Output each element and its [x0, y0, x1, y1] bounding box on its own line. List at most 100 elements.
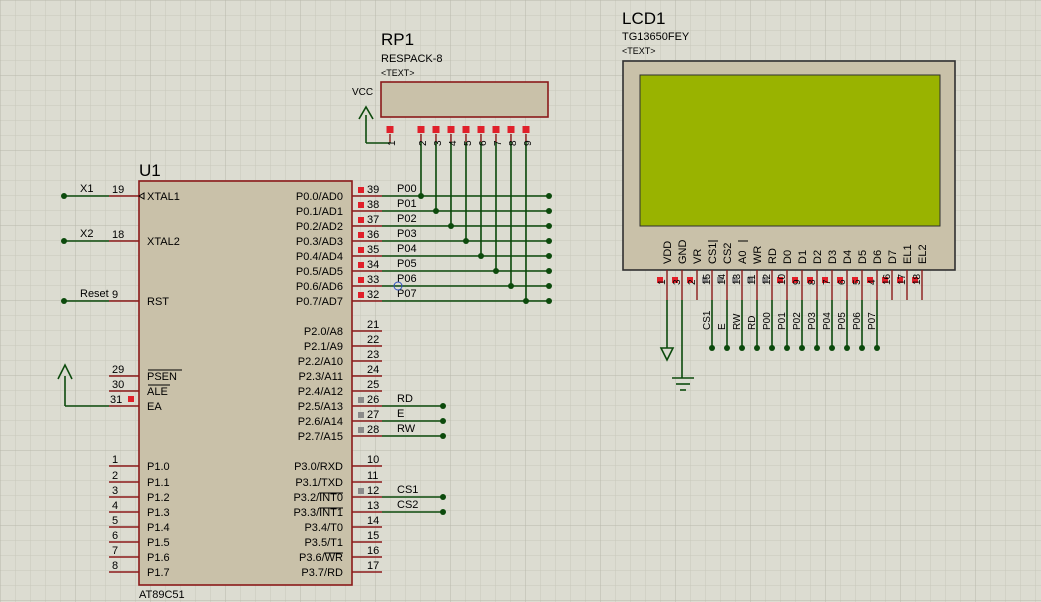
u1-pin-name: P3.0/RXD [294, 461, 343, 473]
u1-pin-number: 22 [367, 334, 379, 346]
rp1-pin-number: 6 [478, 140, 489, 146]
u1-pin-number: 7 [112, 545, 118, 557]
lcd1-pin-name: D0 [782, 250, 794, 264]
rp1-part-name: RESPACK-8 [381, 53, 443, 65]
u1-pin-number: 4 [112, 500, 118, 512]
lcd1-pin-name: D3 [827, 250, 839, 264]
u1-pin-number: 14 [367, 515, 379, 527]
lcd1-net-label: RD [747, 316, 758, 330]
u1-net-label: RD [397, 393, 413, 405]
lcd1-pin-number: 12 [762, 273, 773, 285]
u1-pin-number: 15 [367, 530, 379, 542]
lcd1-pin-name: VR [692, 249, 704, 264]
u1-pin-name: P3.1/TXD [295, 477, 343, 489]
u1-pin-number: 38 [367, 199, 379, 211]
lcd1-pin-name: EL2 [917, 244, 929, 264]
lcd1-pin-name: D2 [812, 250, 824, 264]
u1-pin-number: 6 [112, 530, 118, 542]
lcd1-pin-number: 14 [717, 273, 728, 285]
junction-dot [440, 494, 446, 500]
rp1-pin-marker [462, 126, 470, 133]
u1-pin-name: P0.6/AD6 [296, 281, 343, 293]
junction-dot [754, 345, 760, 351]
lcd1-screen [639, 74, 941, 227]
lcd1-net-label: P07 [867, 312, 878, 330]
u1-pin-name: P1.0 [147, 461, 170, 473]
lcd1-pin-name: CS1 [707, 243, 719, 264]
u1-pin-name: P1.2 [147, 492, 170, 504]
u1-pin-number: 11 [367, 470, 378, 482]
u1-pin-name: P0.2/AD2 [296, 221, 343, 233]
lcd1-net-label: P01 [777, 312, 788, 330]
u1-pin-marker [358, 187, 364, 193]
u1-pin-name: P3.3/INT1 [293, 507, 343, 519]
u1-pin-name: RST [147, 296, 169, 308]
junction-dot [546, 238, 552, 244]
lcd1-net-label: P03 [807, 312, 818, 330]
rp1-pin-number: 5 [463, 140, 474, 146]
rp1-pin-number: 1 [387, 140, 398, 146]
u1-pin-name: P3.7/RD [301, 567, 343, 579]
schematic-canvas[interactable]: CS1 E RW RD P00 P01 P02 P03 P04 P05 P06 P07 P00 P01 P0… [0, 0, 1041, 602]
lcd1-pin-number: 3 [672, 279, 683, 285]
junction-dot [61, 193, 67, 199]
u1-pin-name: P0.4/AD4 [296, 251, 343, 263]
junction-dot [724, 345, 730, 351]
lcd1-net-label: E [717, 323, 728, 330]
rp1-pin-number: 8 [508, 140, 519, 146]
rp1-pin-number: 7 [493, 140, 504, 146]
junction-dot [61, 298, 67, 304]
u1-pin-number: 2 [112, 470, 118, 482]
lcd1-pin-name: D5 [857, 250, 869, 264]
junction-dot [433, 208, 439, 214]
u1-pin-number: 9 [112, 289, 118, 301]
rp1-pin-marker [386, 126, 394, 133]
lcd1-pin-number: 7 [822, 279, 833, 285]
rp1-pin-marker [417, 126, 425, 133]
lcd1-pin-number: 10 [777, 273, 788, 285]
lcd1-pin-name: GND [677, 240, 689, 265]
lcd1-pin-number: 16 [882, 273, 893, 285]
lcd1-pin-name: VDD [662, 241, 674, 264]
u1-pin-number: 28 [367, 424, 379, 436]
u1-pin-number: 27 [367, 409, 379, 421]
u1-pin-name: P2.0/A8 [304, 326, 343, 338]
u1-pin-name: P1.3 [147, 507, 170, 519]
lcd1-pin-number: 15 [702, 273, 713, 285]
junction-dot [546, 283, 552, 289]
lcd1-net-label: P05 [837, 312, 848, 330]
u1-pin-name: P0.0/AD0 [296, 191, 343, 203]
junction-dot [739, 345, 745, 351]
junction-dot [546, 253, 552, 259]
junction-dot [546, 268, 552, 274]
junction-dot [463, 238, 469, 244]
u1-pin-number: 37 [367, 214, 379, 226]
lcd1-pin-number: 5 [852, 279, 863, 285]
u1-pin-name: P1.7 [147, 567, 170, 579]
junction-dot [546, 208, 552, 214]
u1-pin-number: 5 [112, 515, 118, 527]
u1-pin-number: 25 [367, 379, 379, 391]
u1-net-label: E [397, 408, 404, 420]
lcd1-pin-number: 17 [897, 273, 908, 285]
lcd1-pin-number: 6 [837, 279, 848, 285]
u1-pin-marker [358, 247, 364, 253]
u1-pin-name: P1.5 [147, 537, 170, 549]
rp1-pin-marker [432, 126, 440, 133]
u1-part-name: AT89C51 [139, 589, 185, 601]
u1-pin-number: 3 [112, 485, 118, 497]
u1-pin-number: 8 [112, 560, 118, 572]
rp1-pin-number: 9 [523, 140, 534, 146]
u1-reference: U1 [139, 161, 161, 180]
rp1-pin-number: 3 [433, 140, 444, 146]
junction-dot [829, 345, 835, 351]
u1-net-label: RW [397, 423, 416, 435]
u1-pin-number: 13 [367, 500, 379, 512]
lcd1-pin-name: RD [767, 248, 779, 264]
u1-net-label: P05 [397, 258, 417, 270]
lcd1-pin-name: D4 [842, 250, 854, 264]
u1-pin-number: 19 [112, 184, 124, 196]
junction-dot [874, 345, 880, 351]
u1-pin-number: 26 [367, 394, 379, 406]
u1-pin-name: P0.3/AD3 [296, 236, 343, 248]
